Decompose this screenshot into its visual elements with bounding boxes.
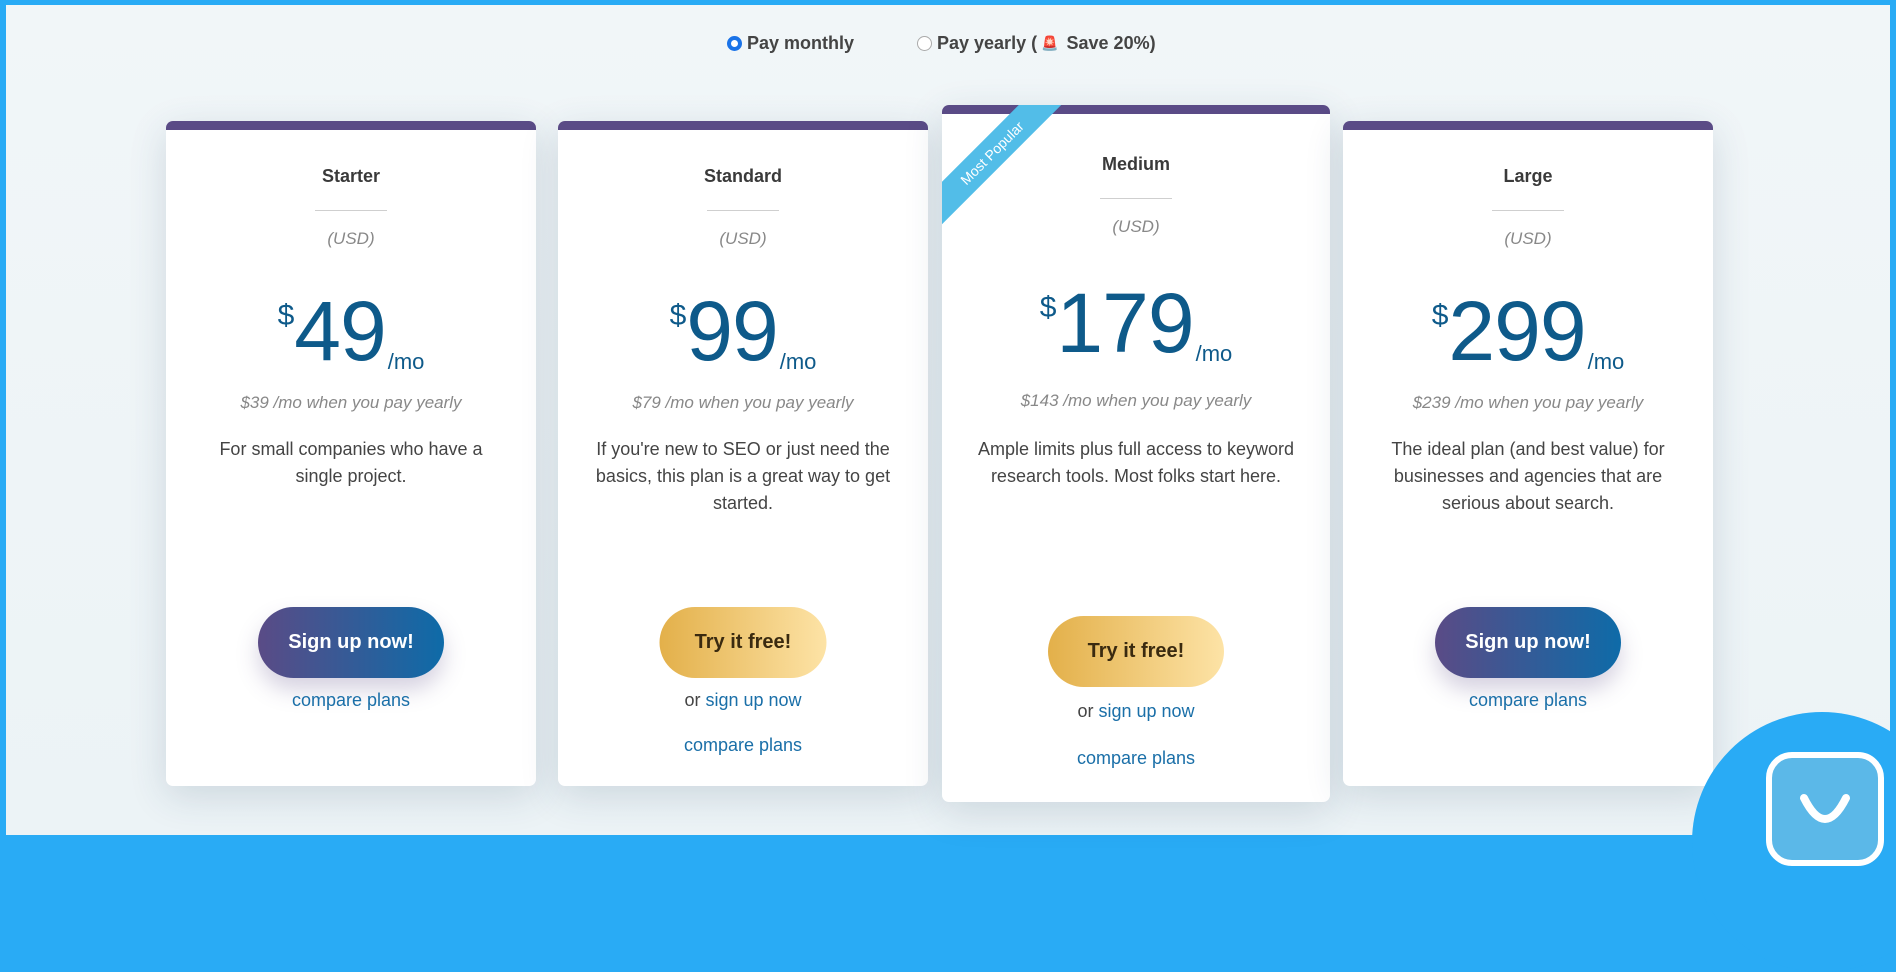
pay-monthly-option[interactable]: Pay monthly [727,30,854,56]
compare-plans-line: compare plans [558,735,928,756]
currency-label: (USD) [1504,229,1552,248]
currency-label: (USD) [719,229,767,248]
sign-up-now-link[interactable]: sign up now [705,690,801,710]
yearly-price-note: $39 /mo when you pay yearly [240,393,462,412]
yearly-price-note: $143 /mo when you pay yearly [1020,391,1252,410]
price-amount: 49 [294,284,386,378]
pay-yearly-label: Pay yearly ( [937,32,1038,53]
dollar-sign: $ [277,299,295,332]
compare-plans-link[interactable]: compare plans [1077,748,1195,768]
sign-up-button[interactable]: Sign up now! [258,607,444,678]
divider [315,210,387,211]
or-text: or [1077,701,1094,721]
sign-up-now-link[interactable]: sign up now [1098,701,1194,721]
plan-name: Large [1503,166,1553,186]
plan-description: The ideal plan (and best value) for busi… [1391,439,1665,513]
currency-label: (USD) [1112,217,1160,236]
divider [1100,198,1172,199]
try-free-button[interactable]: Try it free! [659,607,827,678]
compare-plans-line: compare plans [1343,690,1713,711]
monthly-radio[interactable] [727,35,742,51]
price: $ 99 /mo [558,284,928,378]
try-free-button[interactable]: Try it free! [1048,616,1224,687]
price: $ 49 /mo [166,284,536,378]
compare-plans-link[interactable]: compare plans [684,735,802,755]
plan-description: If you're new to SEO or just need the ba… [595,439,891,513]
dollar-sign: $ [1039,291,1057,324]
price: $ 179 /mo [942,276,1330,370]
plan-name: Medium [1101,154,1170,174]
yearly-price-note: $79 /mo when you pay yearly [632,393,854,412]
plan-card-standard: Standard (USD) $ 99 /mo $79 /mo when you… [558,121,928,786]
pay-yearly-option[interactable]: Pay yearly ( 🚨 Save 20%) [917,30,1156,56]
price-period: /mo [1587,349,1625,374]
sign-up-button[interactable]: Sign up now! [1435,607,1621,678]
dollar-sign: $ [1431,299,1449,332]
price-period: /mo [1195,341,1233,366]
yearly-price-note: $239 /mo when you pay yearly [1412,393,1644,412]
card-top-bar [166,121,536,130]
price: $ 299 /mo [1343,284,1713,378]
price-period: /mo [779,349,817,374]
plan-name: Standard [703,166,782,186]
plan-card-medium: Most Popular Medium (USD) $ 179 /mo $143… [942,105,1330,802]
sign-up-line: or sign up now [558,690,928,711]
compare-plans-link[interactable]: compare plans [292,690,410,710]
card-top-bar [942,105,1330,114]
or-text: or [684,690,701,710]
plan-card-starter: Starter (USD) $ 49 /mo $39 /mo when you … [166,121,536,786]
divider [1492,210,1564,211]
plan-name: Starter [321,166,381,186]
price-period: /mo [387,349,425,374]
pay-monthly-label: Pay monthly [747,32,855,53]
divider [707,210,779,211]
smile-icon [1800,794,1850,823]
card-top-bar [558,121,928,130]
plan-description: For small companies who have a single pr… [219,439,483,486]
price-amount: 299 [1448,284,1586,378]
compare-plans-link[interactable]: compare plans [1469,690,1587,710]
chat-bubble-smile-icon[interactable] [1766,752,1884,866]
siren-icon: 🚨 [1041,34,1059,51]
card-top-bar [1343,121,1713,130]
price-amount: 99 [686,284,778,378]
yearly-radio[interactable] [917,35,932,51]
sign-up-line: or sign up now [942,701,1330,722]
plan-description: Ample limits plus full access to keyword… [977,439,1295,486]
dollar-sign: $ [669,299,687,332]
compare-plans-line: compare plans [942,748,1330,769]
save-label: Save 20%) [1066,32,1156,53]
price-amount: 179 [1056,276,1194,370]
compare-plans-line: compare plans [166,690,536,711]
plan-card-large: Large (USD) $ 299 /mo $239 /mo when you … [1343,121,1713,786]
currency-label: (USD) [327,229,375,248]
